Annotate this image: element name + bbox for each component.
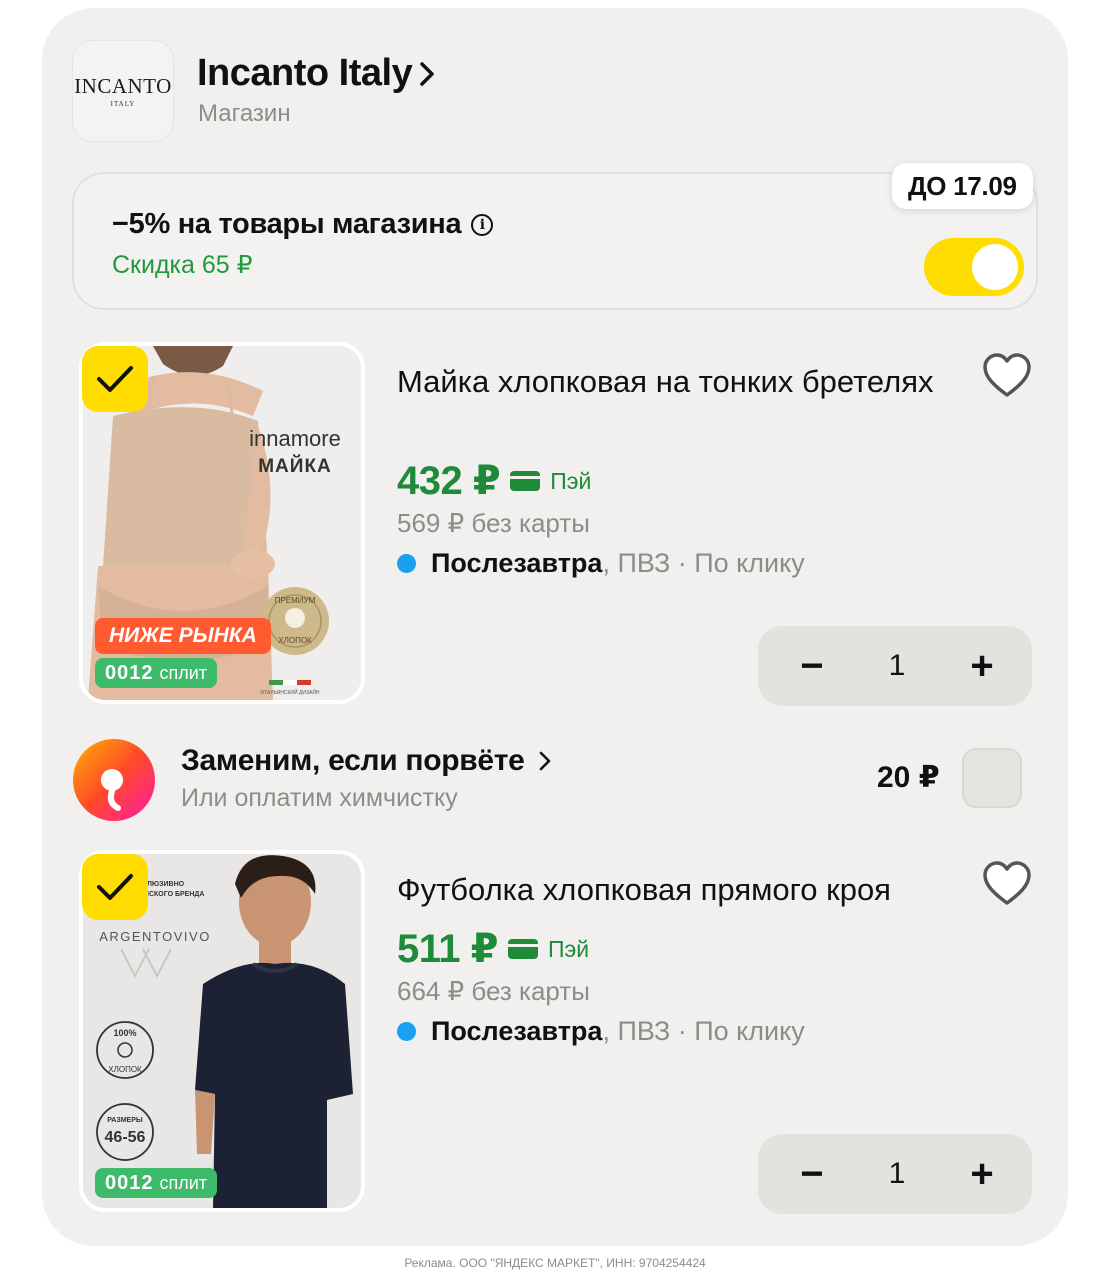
card-icon bbox=[507, 939, 538, 959]
image-kind-text: МАЙКА bbox=[258, 455, 332, 477]
delivery-dot-icon bbox=[397, 554, 416, 573]
image-brand-text: ARGENTOVIVO bbox=[99, 929, 211, 944]
insurance-subtitle: Или оплатим химчистку bbox=[181, 784, 458, 812]
insurance-price: 20 ₽ bbox=[877, 761, 940, 794]
heart-icon[interactable] bbox=[982, 861, 1032, 907]
split-label: сплит bbox=[159, 662, 208, 683]
shop-type: Магазин bbox=[198, 100, 291, 127]
heart-icon[interactable] bbox=[982, 353, 1032, 399]
image-tagline-2: ІСКОГО БРЕНДА bbox=[147, 891, 204, 898]
info-icon[interactable]: i bbox=[471, 213, 494, 236]
sizes-label: РАЗМЕРЫ bbox=[107, 1117, 143, 1124]
pay-label: Пэй bbox=[547, 935, 590, 962]
image-footnote: ИТАЛЬЯНСКИЙ ДИЗАЙН bbox=[260, 688, 320, 696]
quantity-value: 1 bbox=[888, 649, 906, 682]
quantity-value: 1 bbox=[888, 1157, 906, 1190]
insurance-title-link[interactable]: Заменим, если порвёте bbox=[181, 744, 551, 778]
seal-bottom-text: ХЛОПОК bbox=[278, 636, 312, 645]
sizes-value: 46-56 bbox=[105, 1129, 146, 1146]
price-row: 432 ₽ Пэй bbox=[397, 458, 591, 504]
delivery-dot-icon bbox=[397, 1022, 416, 1041]
cotton-pct: 100% bbox=[113, 1028, 136, 1038]
product-select-checkbox[interactable] bbox=[82, 854, 148, 920]
card-icon bbox=[510, 471, 541, 491]
toggle-knob bbox=[972, 244, 1018, 290]
below-market-badge: НИЖЕ РЫНКА bbox=[95, 618, 271, 654]
delivery-info: Послезавтра , ПВЗ · По клику bbox=[397, 1016, 805, 1047]
below-market-text: НИЖЕ РЫНКА bbox=[109, 624, 257, 647]
split-number: 0012 bbox=[105, 1171, 154, 1194]
product-select-checkbox[interactable] bbox=[82, 346, 148, 412]
pay-label: Пэй bbox=[550, 467, 592, 494]
price-without-card: 664 ₽ без карты bbox=[397, 976, 590, 1006]
delivery-details: , ПВЗ · По клику bbox=[602, 1016, 805, 1046]
price-without-card: 569 ₽ без карты bbox=[397, 508, 590, 538]
split-label: сплит bbox=[159, 1172, 208, 1193]
shop-name: Incanto Italy bbox=[197, 52, 413, 94]
increase-button[interactable]: + bbox=[964, 646, 1000, 686]
shop-logo-sub: ITALY bbox=[110, 100, 136, 108]
delivery-details: , ПВЗ · По клику bbox=[602, 548, 805, 578]
ad-disclaimer: Реклама. ООО "ЯНДЕКС МАРКЕТ", ИНН: 97042… bbox=[404, 1256, 706, 1270]
promo-toggle[interactable] bbox=[924, 238, 1024, 296]
increase-button[interactable]: + bbox=[964, 1154, 1000, 1194]
promo-title-row: −5% на товары магазина i bbox=[112, 208, 494, 241]
delivery-day: Послезавтра bbox=[431, 548, 603, 578]
delivery-info: Послезавтра , ПВЗ · По клику bbox=[397, 548, 805, 579]
product-price: 432 ₽ bbox=[397, 459, 501, 503]
delivery-day: Послезавтра bbox=[431, 1016, 603, 1046]
decrease-button[interactable]: − bbox=[794, 646, 830, 686]
promo-deadline-badge: ДО 17.09 bbox=[892, 163, 1033, 209]
product-title[interactable]: Футболка хлопковая прямого кроя bbox=[397, 870, 977, 910]
shop-logo-main: INCANTO bbox=[74, 74, 172, 98]
split-badge: 0012 сплит bbox=[95, 1168, 218, 1198]
split-badge: 0012 сплит bbox=[95, 658, 218, 688]
checkmark-icon bbox=[97, 366, 133, 392]
promo-discount-amount: Скидка 65 ₽ bbox=[112, 251, 253, 279]
split-number: 0012 bbox=[105, 661, 154, 684]
insurance-checkbox[interactable] bbox=[962, 748, 1022, 808]
cotton-label: ХЛОПОК bbox=[108, 1065, 142, 1074]
product-title[interactable]: Майка хлопковая на тонких бретелях bbox=[397, 362, 957, 402]
product-price: 511 ₽ bbox=[397, 927, 498, 971]
image-brand-text: innamore bbox=[249, 426, 341, 451]
promo-title: −5% на товары магазина bbox=[112, 208, 462, 240]
seal-top-text: ПРЕМИУМ bbox=[275, 596, 316, 605]
decrease-button[interactable]: − bbox=[794, 1154, 830, 1194]
checkmark-icon bbox=[97, 874, 133, 900]
chevron-right-icon bbox=[420, 61, 434, 86]
price-row: 511 ₽ Пэй bbox=[397, 926, 589, 972]
quantity-stepper: − 1 + bbox=[758, 626, 1032, 706]
insurance-logo-icon bbox=[73, 739, 155, 821]
chevron-right-icon bbox=[539, 751, 550, 771]
insurance-title: Заменим, если порвёте bbox=[181, 744, 525, 777]
shop-logo[interactable]: INCANTO ITALY bbox=[72, 40, 174, 142]
shop-name-link[interactable]: Incanto Italy bbox=[197, 52, 436, 95]
image-tagline-1: ЛЮЗИВНО bbox=[147, 881, 185, 888]
quantity-stepper: − 1 + bbox=[758, 1134, 1032, 1214]
